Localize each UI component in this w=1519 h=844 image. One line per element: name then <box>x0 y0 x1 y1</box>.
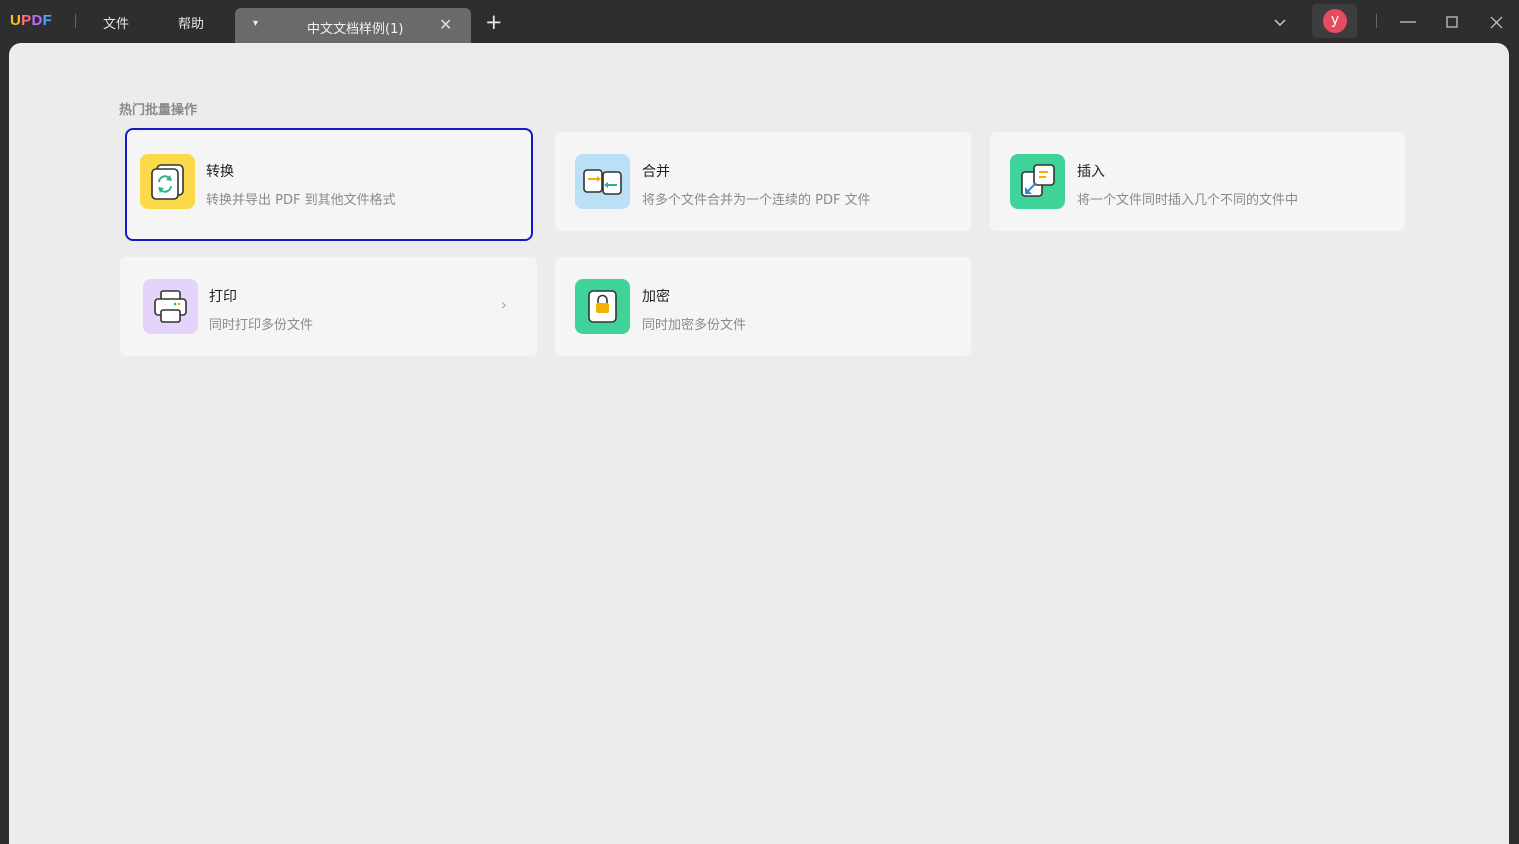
close-icon <box>1490 16 1503 29</box>
convert-icon <box>140 154 195 209</box>
logo-letter: D <box>31 12 43 29</box>
batch-operations-panel: 热门批量操作 转换 转换并导出 PDF 到其他文件格式 合并 将多个文件合并为一… <box>9 43 1509 844</box>
menu-help[interactable]: 帮助 <box>178 13 204 32</box>
tab-title: 中文文档样例(1) <box>307 22 404 37</box>
merge-icon <box>575 154 630 209</box>
card-title: 加密 <box>642 289 670 305</box>
avatar: y <box>1323 9 1347 33</box>
chevron-right-icon[interactable]: › <box>501 295 507 314</box>
maximize-button[interactable] <box>1446 14 1459 33</box>
card-encrypt[interactable]: 加密 同时加密多份文件 <box>555 257 971 356</box>
tab-caret-icon[interactable]: ▾ <box>253 18 258 29</box>
card-merge[interactable]: 合并 将多个文件合并为一个连续的 PDF 文件 <box>555 132 971 231</box>
print-icon <box>143 279 198 334</box>
minimize-icon <box>1400 21 1416 23</box>
logo-letter: U <box>10 12 22 29</box>
divider <box>1376 14 1377 28</box>
card-insert[interactable]: 插入 将一个文件同时插入几个不同的文件中 <box>990 132 1405 231</box>
menu-file[interactable]: 文件 <box>103 13 129 32</box>
card-description: 将多个文件合并为一个连续的 PDF 文件 <box>642 193 871 208</box>
logo-letter: P <box>21 12 32 29</box>
title-bar: UPDF 文件 帮助 ▾ 中文文档样例(1) ✕ + y <box>0 0 1519 43</box>
add-tab-button[interactable]: + <box>485 12 503 33</box>
card-title: 转换 <box>206 164 234 180</box>
card-print[interactable]: 打印 同时打印多份文件 › <box>120 257 537 356</box>
updf-logo[interactable]: UPDF <box>10 12 52 29</box>
close-window-button[interactable] <box>1490 14 1503 33</box>
card-description: 同时打印多份文件 <box>209 318 314 333</box>
section-title: 热门批量操作 <box>119 103 198 118</box>
card-description: 同时加密多份文件 <box>642 318 747 333</box>
divider <box>75 14 76 28</box>
card-title: 打印 <box>209 289 237 305</box>
chevron-down-icon <box>1274 19 1286 26</box>
account-button[interactable]: y <box>1312 4 1357 38</box>
card-title: 插入 <box>1077 164 1105 180</box>
tab-close-icon[interactable]: ✕ <box>439 15 452 34</box>
card-description: 将一个文件同时插入几个不同的文件中 <box>1077 193 1299 208</box>
card-description: 转换并导出 PDF 到其他文件格式 <box>206 193 396 208</box>
minimize-button[interactable] <box>1399 13 1417 32</box>
logo-letter: F <box>42 12 53 29</box>
lock-icon <box>575 279 630 334</box>
dropdown-button[interactable] <box>1273 13 1287 32</box>
insert-icon <box>1010 154 1065 209</box>
card-convert[interactable]: 转换 转换并导出 PDF 到其他文件格式 <box>125 128 533 241</box>
maximize-icon <box>1446 16 1458 28</box>
card-title: 合并 <box>642 164 670 180</box>
document-tab[interactable]: ▾ 中文文档样例(1) ✕ <box>235 8 471 43</box>
